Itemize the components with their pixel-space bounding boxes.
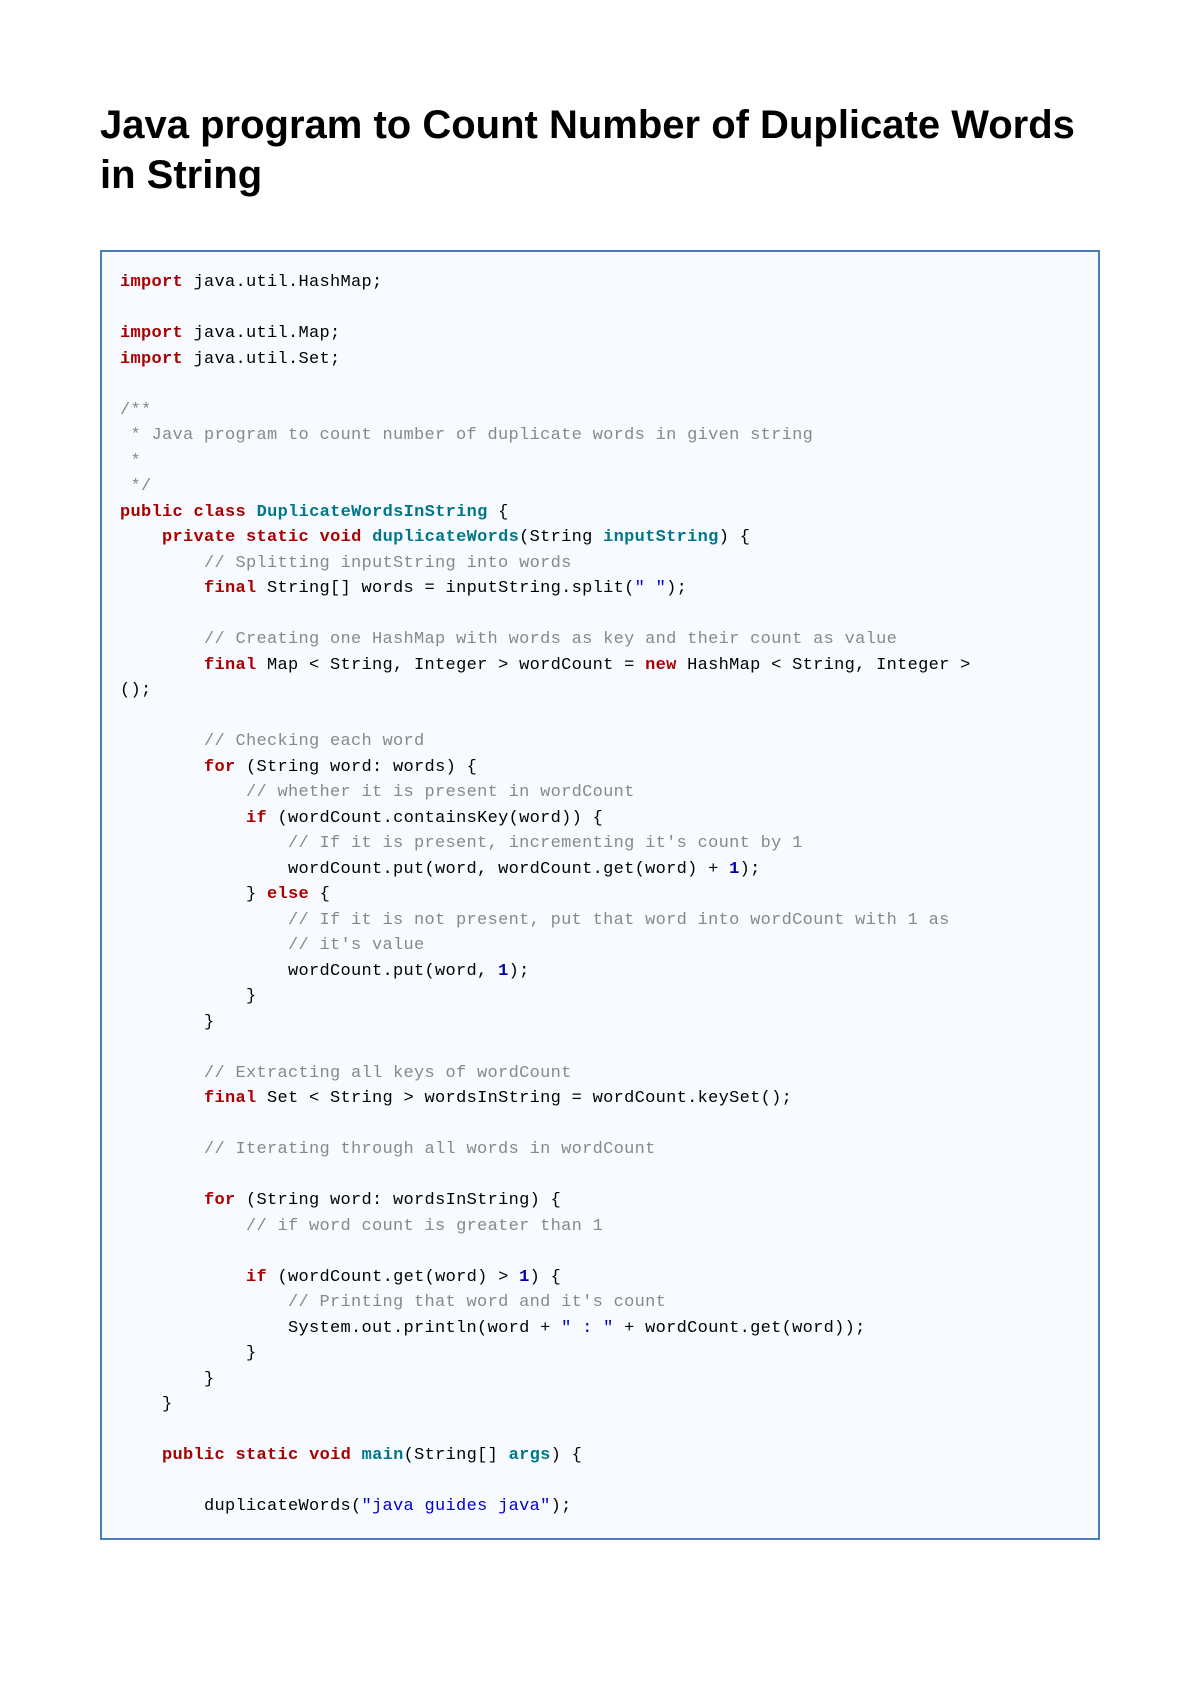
comment: * Java program to count number of duplic… (120, 426, 813, 445)
comment: */ (120, 477, 152, 496)
code-text: ) { (719, 528, 751, 547)
argument: inputString (603, 528, 719, 547)
code-text: (String (519, 528, 603, 547)
string: " " (635, 579, 667, 598)
comment: // Iterating through all words in wordCo… (204, 1140, 656, 1159)
code-text: (); (120, 681, 152, 700)
comment: * (120, 452, 141, 471)
keyword: import (120, 324, 183, 343)
comment: // Printing that word and it's count (288, 1293, 666, 1312)
code-text: HashMap < String, Integer > (677, 656, 971, 675)
keyword: for (204, 1191, 236, 1210)
keyword: if (246, 809, 267, 828)
keyword: void (320, 528, 362, 547)
keyword: class (194, 503, 247, 522)
comment: // Extracting all keys of wordCount (204, 1064, 572, 1083)
code-text: String[] words = inputString.split( (257, 579, 635, 598)
keyword: static (246, 528, 309, 547)
keyword: final (204, 579, 257, 598)
keyword: static (236, 1446, 299, 1465)
page-title: Java program to Count Number of Duplicat… (100, 100, 1100, 200)
code-text: (wordCount.get(word) > (267, 1268, 519, 1287)
classname: DuplicateWordsInString (257, 503, 488, 522)
number: 1 (498, 962, 509, 981)
code-text: + wordCount.get(word)); (614, 1319, 866, 1338)
code-text: (String word: wordsInString) { (236, 1191, 562, 1210)
keyword: new (645, 656, 677, 675)
code-text: { (488, 503, 509, 522)
code-text: ); (740, 860, 761, 879)
comment: // Checking each word (204, 732, 425, 751)
code-text: (String word: words) { (236, 758, 478, 777)
argument: args (509, 1446, 551, 1465)
comment: // If it is not present, put that word i… (288, 911, 950, 930)
keyword: for (204, 758, 236, 777)
code-text: (wordCount.containsKey(word)) { (267, 809, 603, 828)
keyword: import (120, 273, 183, 292)
code-text: duplicateWords( (204, 1497, 362, 1516)
comment: // Creating one HashMap with words as ke… (204, 630, 897, 649)
code-text: ); (666, 579, 687, 598)
number: 1 (519, 1268, 530, 1287)
comment: // if word count is greater than 1 (246, 1217, 603, 1236)
keyword: else (267, 885, 309, 904)
comment: // it's value (288, 936, 425, 955)
code-text: } (246, 885, 267, 904)
code-text: ) { (530, 1268, 562, 1287)
string: " : " (561, 1319, 614, 1338)
comment: // If it is present, incrementing it's c… (288, 834, 803, 853)
code-text: Map < String, Integer > wordCount = (257, 656, 646, 675)
code-text: ) { (551, 1446, 583, 1465)
code-text: } (246, 987, 257, 1006)
keyword: final (204, 656, 257, 675)
number: 1 (729, 860, 740, 879)
code-block: import java.util.HashMap; import java.ut… (100, 250, 1100, 1540)
string: "java guides java" (362, 1497, 551, 1516)
method: duplicateWords (372, 528, 519, 547)
keyword: void (309, 1446, 351, 1465)
code-text: } (246, 1344, 257, 1363)
code-text: Set < String > wordsInString = wordCount… (257, 1089, 793, 1108)
code-text: } (204, 1370, 215, 1389)
comment: // Splitting inputString into words (204, 554, 572, 573)
code-text: { (309, 885, 330, 904)
keyword: private (162, 528, 236, 547)
keyword: if (246, 1268, 267, 1287)
comment: // whether it is present in wordCount (246, 783, 635, 802)
code-text: ); (509, 962, 530, 981)
code-text: } (162, 1395, 173, 1414)
code-text: (String[] (404, 1446, 509, 1465)
code-text: ); (551, 1497, 572, 1516)
keyword: import (120, 350, 183, 369)
keyword: public (162, 1446, 225, 1465)
comment: /** (120, 401, 152, 420)
code-text: java.util.Map; (183, 324, 341, 343)
code-text: java.util.HashMap; (183, 273, 383, 292)
keyword: public (120, 503, 183, 522)
keyword: final (204, 1089, 257, 1108)
code-text: java.util.Set; (183, 350, 341, 369)
code-text: wordCount.put(word, wordCount.get(word) … (288, 860, 729, 879)
code-text: wordCount.put(word, (288, 962, 498, 981)
code-text: System.out.println(word + (288, 1319, 561, 1338)
method: main (362, 1446, 404, 1465)
code-text: } (204, 1013, 215, 1032)
